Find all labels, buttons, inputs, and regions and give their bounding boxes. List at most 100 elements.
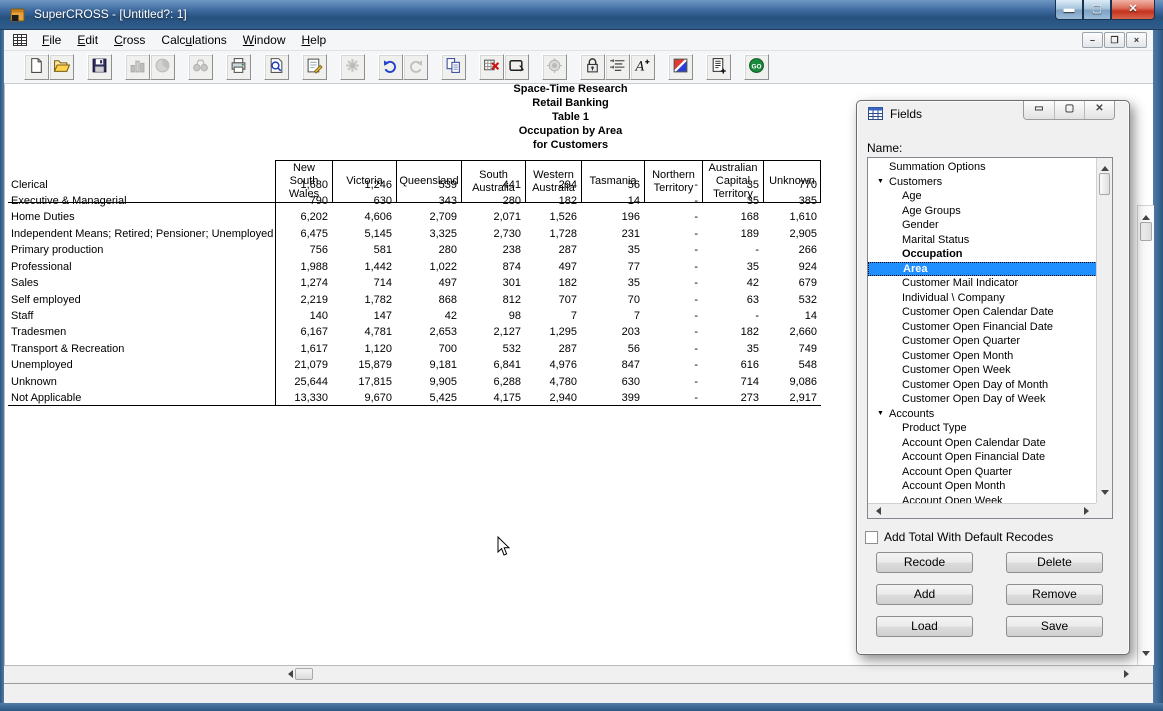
toolbar-undo-button[interactable] — [378, 54, 403, 80]
data-cell[interactable]: 6,167 — [275, 324, 332, 340]
data-cell[interactable]: 630 — [581, 373, 644, 389]
data-cell[interactable]: 385 — [763, 193, 821, 209]
data-cell[interactable]: 35 — [702, 193, 763, 209]
tree-expand-arrow-icon[interactable]: ▼ — [877, 407, 884, 422]
data-cell[interactable]: 63 — [702, 291, 763, 307]
toolbar-open-file-button[interactable] — [49, 54, 74, 80]
data-cell[interactable]: 1,617 — [275, 341, 332, 357]
fields-dialog-titlebar[interactable]: Fields ▭ ▢ ✕ — [857, 101, 1129, 127]
data-cell[interactable]: 56 — [581, 341, 644, 357]
data-cell[interactable]: 266 — [763, 242, 821, 258]
data-cell[interactable]: 1,442 — [332, 259, 396, 275]
load-button[interactable]: Load — [876, 616, 973, 637]
row-header[interactable]: Sales — [8, 275, 275, 291]
data-cell[interactable]: 2,071 — [461, 209, 525, 225]
menu-cross[interactable]: Cross — [106, 31, 153, 49]
listbox-scroll-right-arrow[interactable] — [1084, 507, 1093, 515]
data-cell[interactable]: 196 — [581, 209, 644, 225]
data-cell[interactable]: 280 — [461, 193, 525, 209]
data-cell[interactable]: 343 — [396, 193, 461, 209]
data-cell[interactable]: 15,879 — [332, 357, 396, 373]
listbox-scroll-left-arrow[interactable] — [872, 507, 881, 515]
add-total-checkbox[interactable] — [865, 531, 878, 544]
data-cell[interactable]: - — [644, 275, 702, 291]
row-header[interactable]: Transport & Recreation — [8, 341, 275, 357]
data-cell[interactable]: 812 — [461, 291, 525, 307]
fields-dialog[interactable]: Fields ▭ ▢ ✕ Name: Summation Options▼Cus… — [856, 100, 1130, 655]
data-cell[interactable]: - — [644, 390, 702, 406]
toolbar-go-button[interactable]: GO — [744, 54, 769, 80]
data-cell[interactable]: 9,905 — [396, 373, 461, 389]
add-button[interactable]: Add — [876, 584, 973, 605]
toolbar-print-button[interactable] — [226, 54, 251, 80]
toolbar-save-button[interactable] — [87, 54, 112, 80]
data-cell[interactable]: 4,976 — [525, 357, 581, 373]
data-cell[interactable]: 1,120 — [332, 341, 396, 357]
data-cell[interactable]: 2,917 — [763, 390, 821, 406]
data-cell[interactable]: 140 — [275, 308, 332, 324]
data-cell[interactable]: 42 — [396, 308, 461, 324]
tree-item-occupation[interactable]: Occupation — [868, 247, 1097, 262]
tree-item-customer-mail-indicator[interactable]: Customer Mail Indicator — [868, 276, 1097, 291]
listbox-horizontal-scrollbar[interactable] — [868, 503, 1097, 518]
scroll-down-arrow[interactable] — [1142, 651, 1150, 660]
dialog-minimize-button[interactable]: ▭ — [1024, 101, 1054, 119]
data-cell[interactable]: 1,246 — [332, 176, 396, 192]
maximize-button[interactable]: ▢ — [1083, 0, 1111, 20]
data-cell[interactable]: 630 — [332, 193, 396, 209]
tree-item-account-open-quarter[interactable]: Account Open Quarter — [868, 465, 1097, 480]
toolbar-copy-button[interactable] — [441, 54, 466, 80]
tree-item-marital-status[interactable]: Marital Status — [868, 233, 1097, 248]
data-cell[interactable]: 294 — [525, 176, 581, 192]
recode-button[interactable]: Recode — [876, 552, 973, 573]
data-cell[interactable]: 581 — [332, 242, 396, 258]
data-cell[interactable]: 548 — [763, 357, 821, 373]
toolbar-colors-flag-button[interactable] — [668, 54, 693, 80]
data-cell[interactable]: 287 — [525, 341, 581, 357]
data-cell[interactable]: - — [644, 291, 702, 307]
data-cell[interactable]: 6,288 — [461, 373, 525, 389]
data-cell[interactable]: 280 — [396, 242, 461, 258]
data-cell[interactable]: 497 — [396, 275, 461, 291]
tree-item-customers[interactable]: ▼Customers — [868, 175, 1097, 190]
data-cell[interactable]: 539 — [396, 176, 461, 192]
mdi-document-icon[interactable] — [12, 32, 28, 48]
toolbar-print-preview-button[interactable] — [264, 54, 289, 80]
mdi-minimize-button[interactable]: – — [1082, 32, 1103, 48]
data-cell[interactable]: - — [702, 308, 763, 324]
row-header[interactable]: Home Duties — [8, 209, 275, 225]
data-cell[interactable]: 1,526 — [525, 209, 581, 225]
data-cell[interactable]: 700 — [396, 341, 461, 357]
tree-expand-arrow-icon[interactable]: ▼ — [877, 175, 884, 190]
data-cell[interactable]: - — [644, 373, 702, 389]
data-cell[interactable]: - — [644, 259, 702, 275]
row-header[interactable]: Self employed — [8, 291, 275, 307]
data-cell[interactable]: 532 — [763, 291, 821, 307]
toolbar-delete-table-button[interactable] — [479, 54, 504, 80]
close-button[interactable]: ✕ — [1111, 0, 1155, 20]
tree-item-customer-open-financial-date[interactable]: Customer Open Financial Date — [868, 320, 1097, 335]
data-cell[interactable]: 756 — [275, 242, 332, 258]
data-cell[interactable]: 714 — [702, 373, 763, 389]
data-cell[interactable]: 14 — [581, 193, 644, 209]
data-cell[interactable]: 1,610 — [763, 209, 821, 225]
toolbar-bar-chart-button[interactable] — [125, 54, 150, 80]
data-cell[interactable]: 1,680 — [275, 176, 332, 192]
tree-item-customer-open-week[interactable]: Customer Open Week — [868, 363, 1097, 378]
data-cell[interactable]: 287 — [525, 242, 581, 258]
toolbar-edit-table-button[interactable] — [302, 54, 327, 80]
data-cell[interactable]: 56 — [581, 176, 644, 192]
data-cell[interactable]: 5,145 — [332, 226, 396, 242]
row-header[interactable]: Tradesmen — [8, 324, 275, 340]
tree-item-customer-open-quarter[interactable]: Customer Open Quarter — [868, 334, 1097, 349]
row-header[interactable]: Independent Means; Retired; Pensioner; U… — [8, 226, 275, 242]
data-cell[interactable]: 1,274 — [275, 275, 332, 291]
data-cell[interactable]: 924 — [763, 259, 821, 275]
data-cell[interactable]: 77 — [581, 259, 644, 275]
dialog-maximize-button[interactable]: ▢ — [1054, 101, 1084, 119]
data-cell[interactable]: - — [644, 357, 702, 373]
tree-item-individual-company[interactable]: Individual \ Company — [868, 291, 1097, 306]
data-cell[interactable]: 6,202 — [275, 209, 332, 225]
data-cell[interactable]: 168 — [702, 209, 763, 225]
data-cell[interactable]: 35 — [581, 242, 644, 258]
